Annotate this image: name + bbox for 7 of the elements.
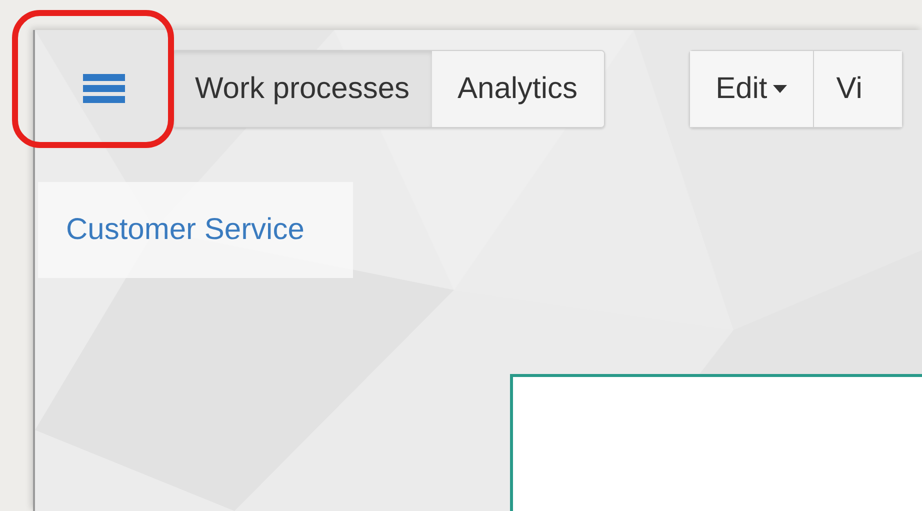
menu-icon xyxy=(82,74,124,104)
caret-icon xyxy=(773,85,788,93)
sidebar-link[interactable]: Customer Service xyxy=(38,182,353,278)
toolbar-button[interactable]: Vi xyxy=(813,51,902,127)
tab[interactable]: Analytics xyxy=(432,51,604,127)
dropdown-button[interactable]: Edit xyxy=(690,51,814,127)
tab[interactable]: Work processes xyxy=(173,51,432,127)
